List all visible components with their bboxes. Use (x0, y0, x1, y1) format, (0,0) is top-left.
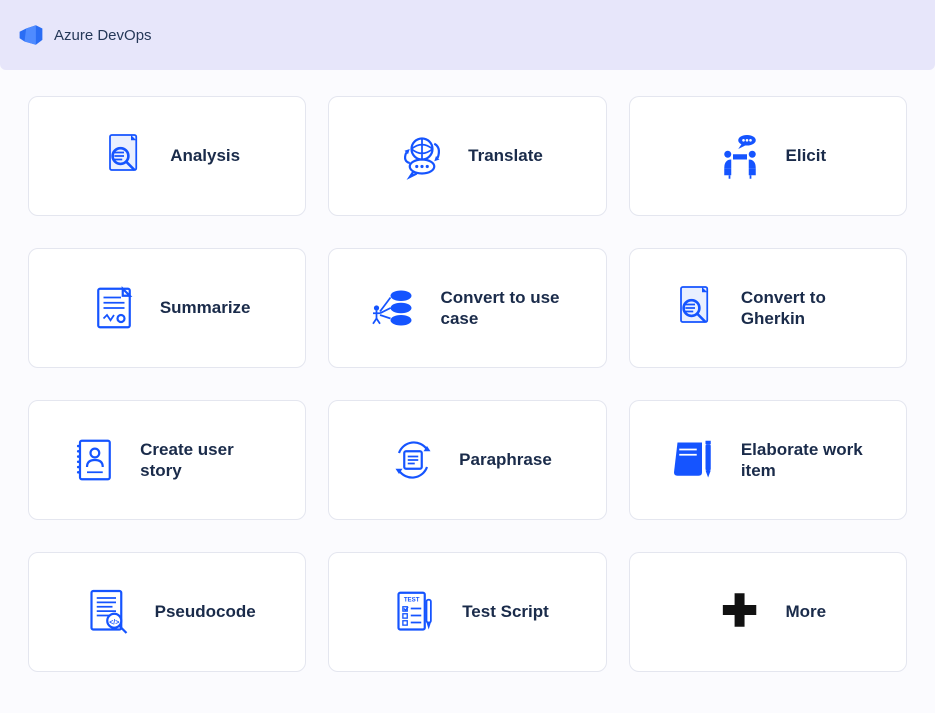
more-icon: ✚ (710, 582, 770, 642)
card-testscript[interactable]: TEST Test Script (328, 552, 606, 672)
card-label: Pseudocode (155, 601, 256, 622)
card-grid: Analysis Translate (0, 70, 935, 698)
card-label: Analysis (170, 145, 240, 166)
card-label: Create user story (140, 439, 270, 482)
translate-icon (392, 126, 452, 186)
brand: Azure DevOps (18, 22, 152, 48)
userstory-icon (64, 430, 124, 490)
header-bar: Azure DevOps (0, 0, 935, 70)
card-label: Test Script (462, 601, 549, 622)
card-label: More (786, 601, 827, 622)
brand-label: Azure DevOps (54, 27, 152, 44)
card-usecase[interactable]: Convert to use case (328, 248, 606, 368)
pseudocode-icon: </> (79, 582, 139, 642)
paraphrase-icon (383, 430, 443, 490)
card-pseudocode[interactable]: </> Pseudocode (28, 552, 306, 672)
gherkin-icon (665, 278, 725, 338)
card-workitem[interactable]: Elaborate work item (629, 400, 907, 520)
card-paraphrase[interactable]: Paraphrase (328, 400, 606, 520)
testscript-icon: TEST (386, 582, 446, 642)
card-label: Elaborate work item (741, 439, 871, 482)
card-label: Convert to use case (440, 287, 570, 330)
card-label: Translate (468, 145, 543, 166)
usecase-icon (364, 278, 424, 338)
card-gherkin[interactable]: Convert to Gherkin (629, 248, 907, 368)
card-label: Paraphrase (459, 449, 552, 470)
analysis-icon (94, 126, 154, 186)
card-label: Summarize (160, 297, 251, 318)
card-translate[interactable]: Translate (328, 96, 606, 216)
card-userstory[interactable]: Create user story (28, 400, 306, 520)
card-summarize[interactable]: Summarize (28, 248, 306, 368)
card-label: Convert to Gherkin (741, 287, 871, 330)
card-label: Elicit (786, 145, 827, 166)
summarize-icon (84, 278, 144, 338)
card-more[interactable]: ✚ More (629, 552, 907, 672)
card-analysis[interactable]: Analysis (28, 96, 306, 216)
svg-text:TEST: TEST (404, 597, 420, 604)
elicit-icon (710, 126, 770, 186)
workitem-icon (665, 430, 725, 490)
azure-devops-logo-icon (18, 22, 44, 48)
card-elicit[interactable]: Elicit (629, 96, 907, 216)
svg-text:</>: </> (109, 619, 119, 626)
